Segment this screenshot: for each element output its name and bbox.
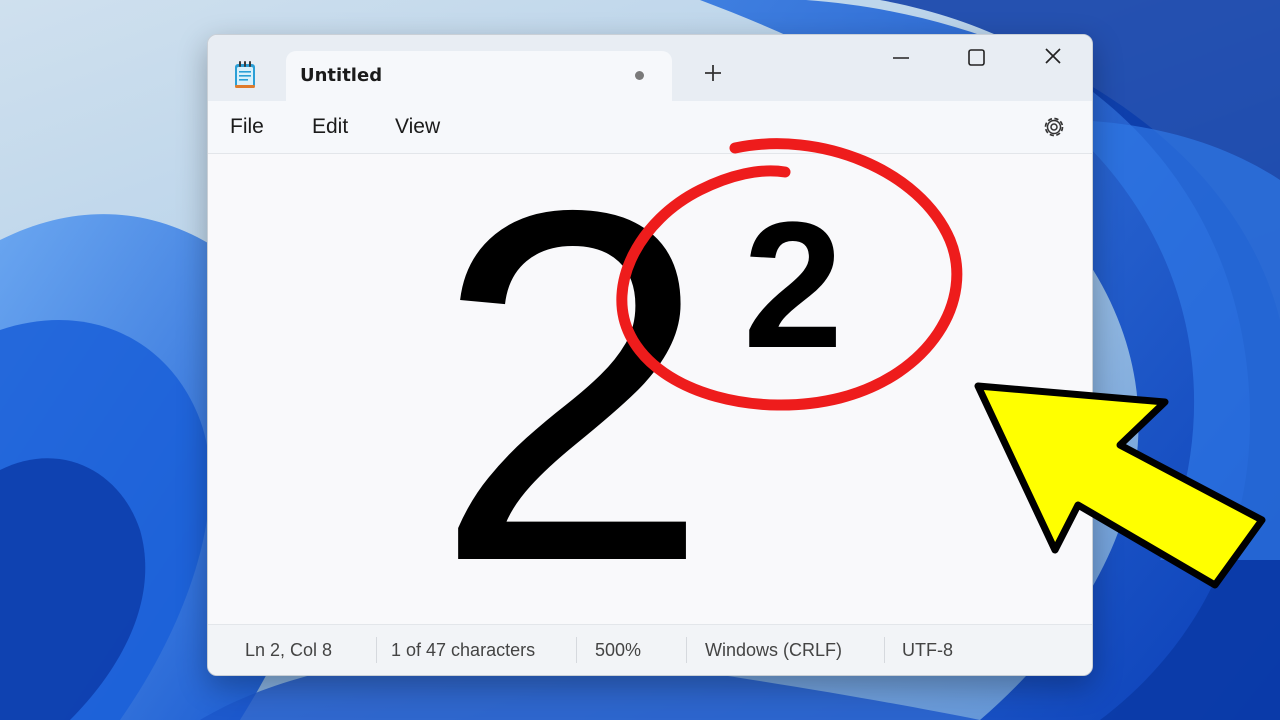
status-divider [576,637,577,663]
status-divider [884,637,885,663]
status-line-ending[interactable]: Windows (CRLF) [705,640,842,661]
maximize-icon [968,49,985,66]
status-divider [686,637,687,663]
base-digit-text: 2 [433,106,712,665]
tab-untitled[interactable]: Untitled [286,51,672,101]
status-divider [376,637,377,663]
minimize-icon [893,57,909,59]
tab-title: Untitled [300,65,383,86]
status-encoding[interactable]: UTF-8 [902,640,953,661]
title-bar: Untitled [208,35,1092,101]
notepad-icon [235,61,255,88]
plus-icon[interactable] [701,61,725,85]
status-cursor-position: Ln 2, Col 8 [245,640,333,660]
minimize-button[interactable] [878,45,924,71]
status-zoom[interactable]: 500% [595,640,641,661]
close-icon [1045,48,1061,64]
unsaved-dot-icon[interactable] [635,71,644,80]
gear-icon[interactable] [1040,113,1068,141]
text-editor-area[interactable]: 2 2 [208,136,1092,636]
superscript-digit: 2 [743,185,844,386]
menu-file[interactable]: File [230,115,264,139]
status-character-count: 1 of 47 characters [391,640,536,660]
menu-edit[interactable]: Edit [312,115,348,139]
maximize-button[interactable] [953,45,999,71]
status-bar: Ln 2, Col 8 1 of 47 characters 500% Wind… [208,624,1092,675]
notepad-window: Untitled File Edit View 2 2 Ln 2, Col 8 … [207,34,1093,676]
base-digit: 2 [433,136,711,636]
close-button[interactable] [1030,45,1076,71]
